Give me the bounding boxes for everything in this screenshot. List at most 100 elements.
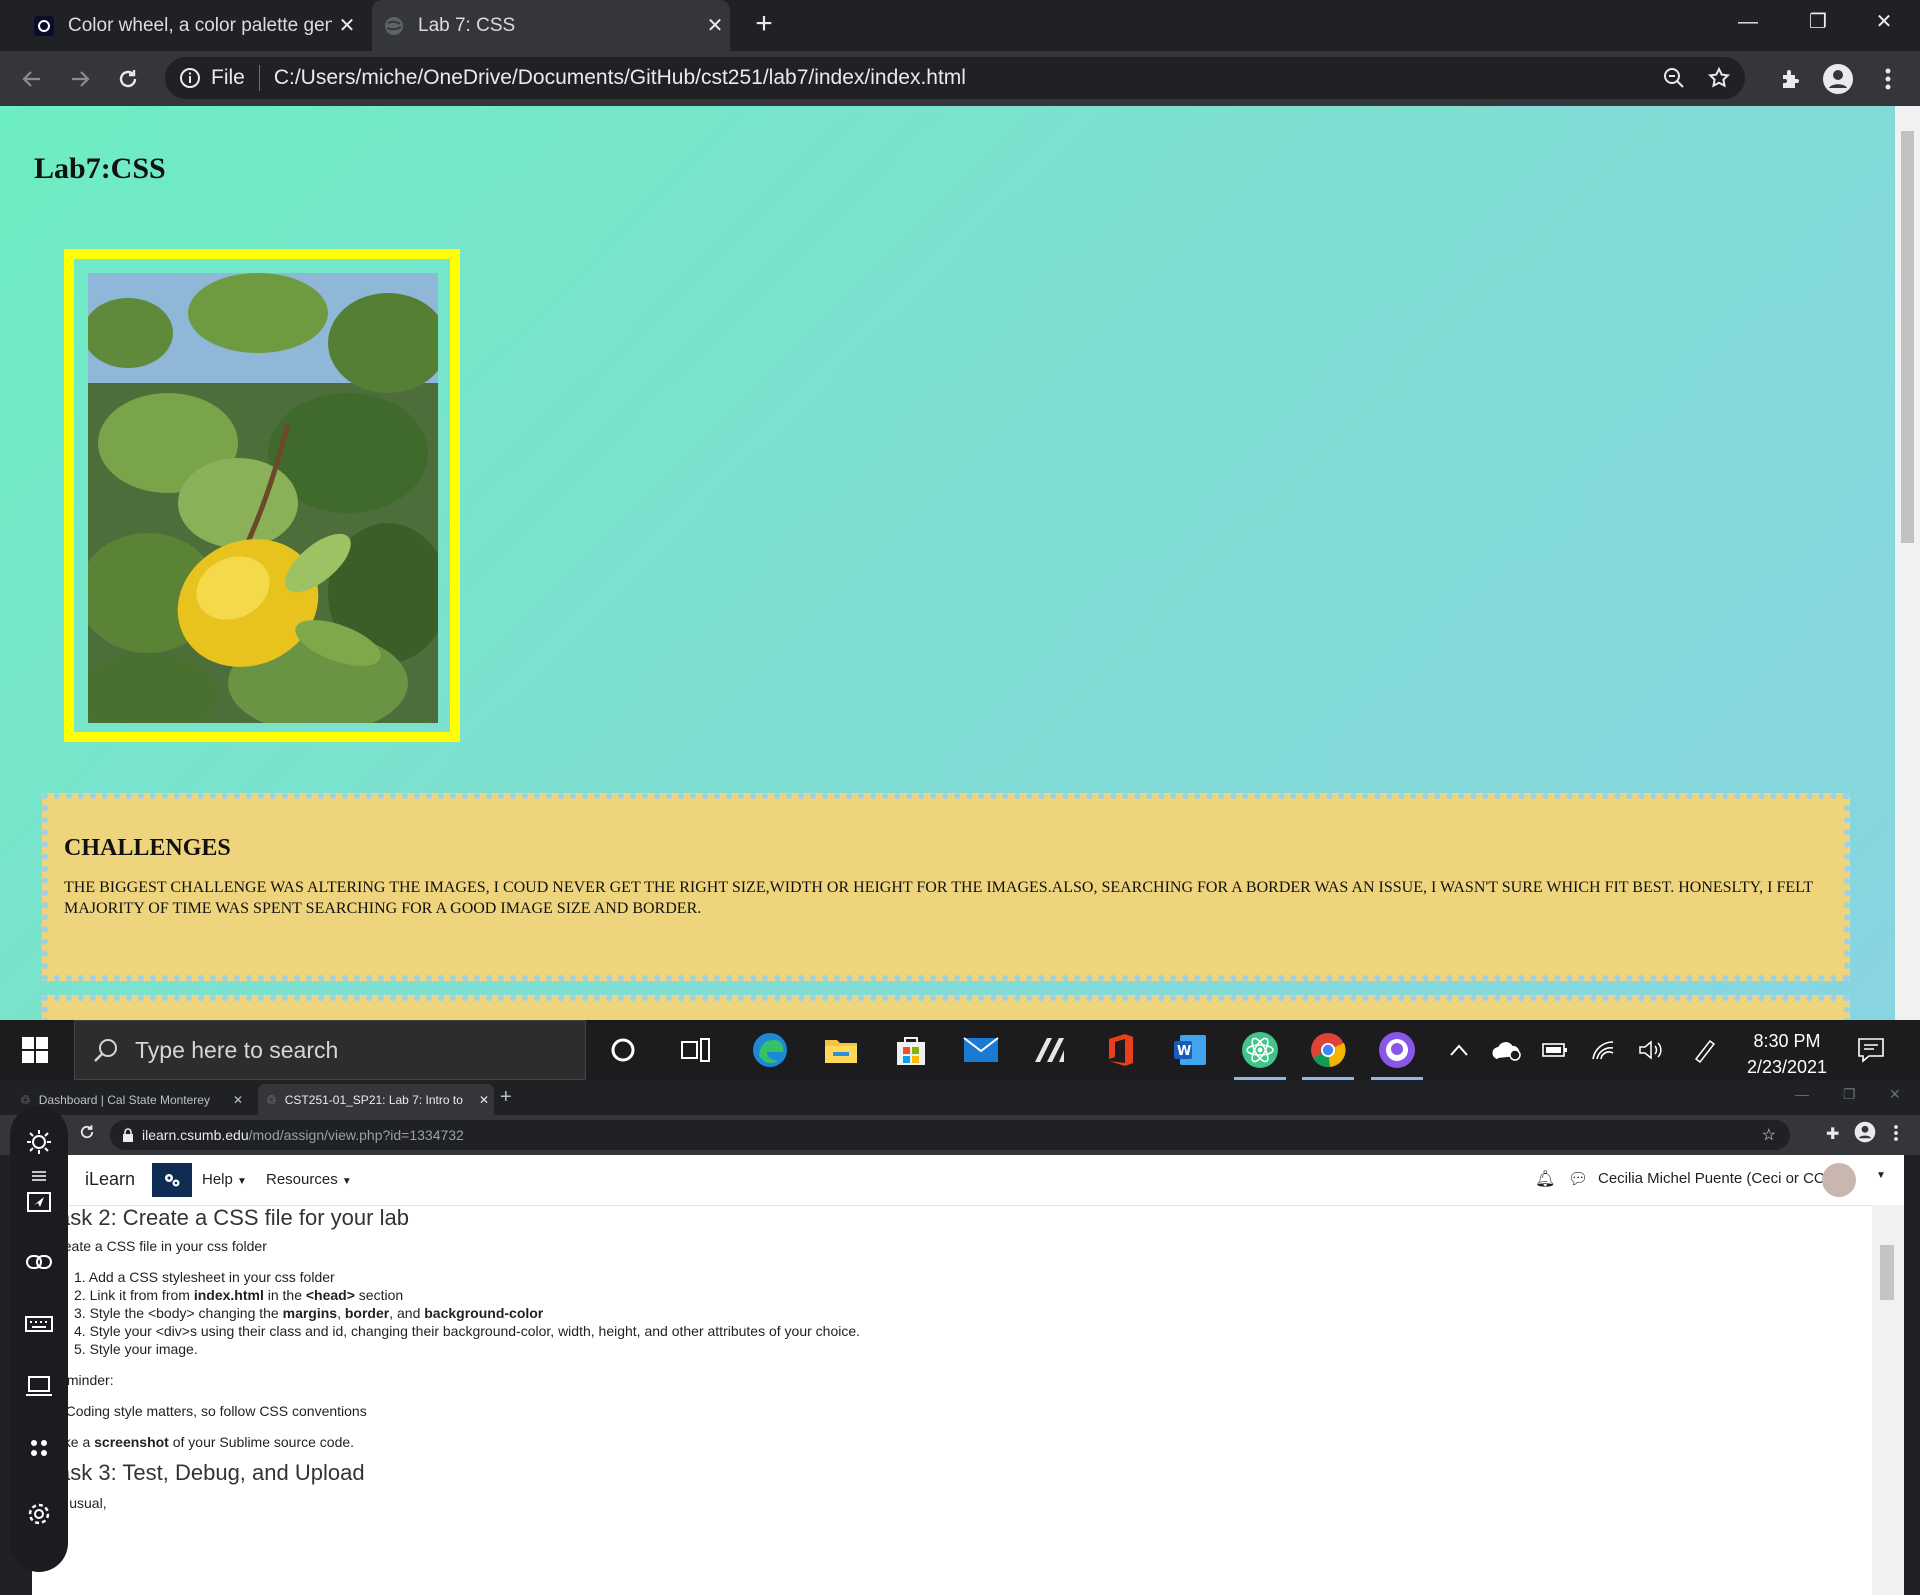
reload-button[interactable] [112, 63, 144, 95]
minimize-button[interactable]: — [1720, 0, 1776, 44]
tab-color-wheel[interactable]: Color wheel, a color palette gene ✕ [22, 0, 362, 51]
windows-taskbar: Type here to search W 8:30 PM 2/23/2021 [0, 1020, 1920, 1080]
profile-button[interactable] [1822, 63, 1854, 95]
start-button[interactable] [15, 1030, 55, 1070]
scrollbar-thumb[interactable] [1901, 131, 1914, 543]
tab-title: Lab 7: CSS [418, 14, 516, 36]
tab-title: Color wheel, a color palette gene [68, 14, 332, 36]
caret-down-icon[interactable]: ▼ [1876, 1170, 1886, 1181]
app-icon[interactable] [1031, 1030, 1071, 1070]
taskbar-search[interactable]: Type here to search [74, 1020, 586, 1080]
new-tab-button[interactable]: + [748, 8, 780, 40]
task-view-icon[interactable] [676, 1030, 716, 1070]
user-name[interactable]: Cecilia Michel Puente (Ceci or CC) [1598, 1170, 1830, 1187]
page-scrollbar[interactable] [1895, 106, 1920, 1020]
address-bar[interactable]: File C:/Users/miche/OneDrive/Documents/G… [165, 57, 1745, 99]
chat-icon[interactable]: 💬︎ [1568, 1169, 1588, 1189]
send-icon[interactable] [23, 1184, 55, 1216]
onedrive-icon[interactable] [1487, 1030, 1527, 1070]
reload-icon [80, 1125, 94, 1139]
step-number: 4. [74, 1323, 90, 1339]
link-icon[interactable] [23, 1246, 55, 1278]
star-icon[interactable]: ☆ [1762, 1125, 1776, 1145]
step-item: 5. Style your image. [74, 1340, 860, 1358]
challenges-heading: CHALLENGES [64, 835, 231, 861]
restore-button[interactable]: ❐ [1790, 0, 1846, 44]
brand-link[interactable]: iLearn [85, 1169, 135, 1190]
puzzle-icon[interactable]: ✚ [1826, 1124, 1839, 1144]
tab-close-icon[interactable]: ✕ [474, 1093, 494, 1107]
apps-grid-icon[interactable] [23, 1432, 55, 1464]
close-window-button[interactable]: ✕ [1856, 0, 1912, 44]
step-text: index.html [193, 1287, 264, 1303]
brightness-icon[interactable] [23, 1126, 55, 1158]
minimize-button[interactable]: — [1795, 1086, 1809, 1102]
cortana-icon[interactable] [603, 1030, 643, 1070]
tab-lab7[interactable]: Lab 7: CSS ✕ [372, 0, 730, 51]
globe-icon [385, 16, 403, 35]
star-icon[interactable] [1707, 66, 1731, 90]
step-text: in the [263, 1287, 306, 1303]
forward-button[interactable] [64, 63, 96, 95]
resources-menu[interactable]: Resources ▼ [266, 1171, 352, 1188]
laptop-icon[interactable] [23, 1370, 55, 1402]
taskbar-clock[interactable]: 8:30 PM 2/23/2021 [1722, 1028, 1852, 1080]
chrome-icon[interactable] [1302, 1030, 1354, 1080]
mail-icon[interactable] [961, 1030, 1001, 1070]
step-text: Style your <div>s using their class and … [89, 1323, 861, 1339]
wifi-icon[interactable] [1583, 1030, 1623, 1070]
edge-icon[interactable] [750, 1030, 790, 1070]
divider [258, 65, 260, 91]
menu-button[interactable] [1872, 63, 1904, 95]
restore-button[interactable]: ❐ [1843, 1086, 1856, 1103]
tab-close-icon[interactable]: ✕ [228, 1093, 248, 1107]
back-button[interactable] [16, 63, 48, 95]
kebab-menu-icon[interactable] [1893, 1124, 1899, 1142]
scrollbar-thumb[interactable] [1880, 1245, 1894, 1300]
reload-icon [119, 70, 137, 88]
tab-close-icon[interactable]: ✕ [700, 13, 730, 38]
chevron-up-icon[interactable] [1439, 1030, 1479, 1070]
tab-close-icon[interactable]: ✕ [332, 13, 362, 38]
zoom-icon[interactable] [1663, 67, 1685, 89]
gears-icon [165, 1174, 180, 1187]
favicon-icon: ♲ [20, 1092, 31, 1107]
new-tab-button[interactable]: + [500, 1086, 512, 1109]
office-icon[interactable] [1101, 1030, 1141, 1070]
address-bar[interactable]: ilearn.csumb.edu/mod/assign/view.php?id=… [110, 1120, 1790, 1150]
step-text: Style your image. [89, 1341, 198, 1357]
ilearn-scrollbar[interactable] [1872, 1205, 1904, 1595]
step-number: 5. [74, 1341, 90, 1357]
step-item: 1. Add a CSS stylesheet in your css fold… [74, 1268, 860, 1286]
info-icon[interactable] [179, 67, 201, 89]
atom-icon[interactable] [1234, 1030, 1286, 1080]
clock-date: 2/23/2021 [1746, 1057, 1828, 1077]
task2-intro: Create a CSS file in your css folder [49, 1238, 267, 1254]
step-text: Link it from from [89, 1287, 194, 1303]
pen-icon[interactable] [1685, 1030, 1725, 1070]
help-menu[interactable]: Help ▼ [202, 1171, 247, 1188]
github-desktop-icon[interactable] [1371, 1030, 1423, 1080]
word-icon[interactable]: W [1170, 1030, 1210, 1070]
keyboard-icon[interactable] [23, 1308, 55, 1340]
resources-label: Resources [266, 1171, 338, 1188]
close-window-button[interactable]: ✕ [1889, 1086, 1901, 1103]
tab-cst251[interactable]: ♲ CST251-01_SP21: Lab 7: Intro to ✕ [258, 1084, 494, 1115]
store-icon[interactable] [891, 1030, 931, 1070]
avatar[interactable] [1822, 1163, 1856, 1197]
step-text: border [344, 1305, 390, 1321]
volume-icon[interactable] [1631, 1030, 1671, 1070]
bell-icon[interactable]: 🔔︎ [1535, 1169, 1555, 1189]
file-explorer-icon[interactable] [821, 1030, 861, 1070]
step-text: margins [282, 1305, 338, 1321]
lemon-photo [88, 273, 438, 723]
gears-button[interactable] [152, 1163, 192, 1197]
account-icon[interactable] [1854, 1121, 1876, 1143]
battery-icon[interactable] [1535, 1030, 1575, 1070]
notification-icon[interactable] [1851, 1030, 1891, 1070]
task2-steps-list: 1. Add a CSS stylesheet in your css fold… [74, 1268, 860, 1358]
reload-button[interactable] [78, 1123, 96, 1141]
url-path: /mod/assign/view.php?id=1334732 [248, 1127, 464, 1143]
settings-gear-icon[interactable] [23, 1498, 55, 1530]
extensions-button[interactable] [1775, 63, 1807, 95]
